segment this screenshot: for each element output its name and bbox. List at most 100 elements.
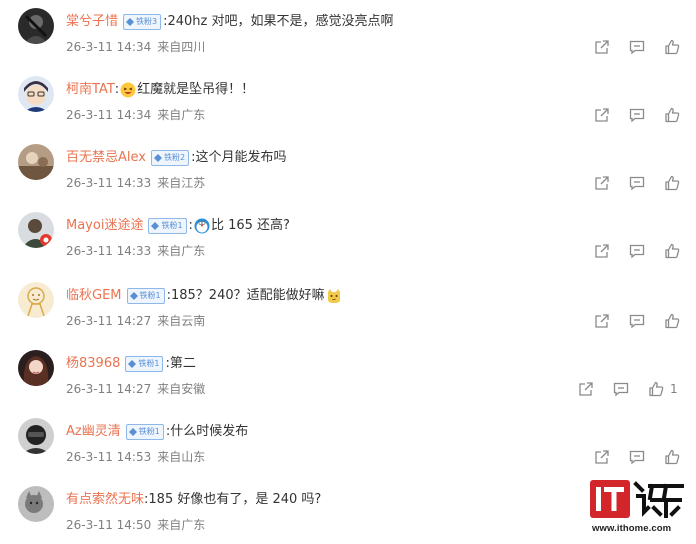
diamond-icon — [151, 222, 160, 230]
username[interactable]: 杨83968 — [66, 354, 120, 374]
avatar[interactable] — [18, 486, 54, 522]
avatar[interactable] — [18, 350, 54, 386]
share-button[interactable] — [593, 38, 611, 56]
comment-time: 26-3-11 14:33 — [66, 244, 152, 258]
comment-icon — [629, 40, 645, 55]
comment-button[interactable] — [628, 448, 646, 466]
share-icon — [595, 108, 609, 122]
diamond-icon — [128, 360, 137, 368]
comment-button[interactable] — [628, 106, 646, 124]
diamond-icon — [126, 18, 135, 26]
share-button[interactable] — [593, 174, 611, 192]
doraemon-emoji-icon — [194, 218, 210, 234]
avatar[interactable] — [18, 282, 54, 318]
like-button[interactable] — [663, 242, 681, 260]
comment-list: 棠兮子惜 铁粉3 :240hz 对吧，如果不是，感觉没亮点啊 26-3-11 1… — [0, 0, 696, 544]
like-icon — [649, 381, 664, 397]
ithome-logo-mark — [590, 480, 684, 518]
comment-icon — [629, 450, 645, 465]
like-button[interactable] — [663, 38, 681, 56]
diamond-icon — [129, 292, 138, 300]
comment-time: 26-3-11 14:53 — [66, 450, 152, 464]
comment-item: 临秋GEM 铁粉1 :185？240？适配能做好嘛 26-3-11 14:27 来… — [0, 274, 696, 340]
fan-badge[interactable]: 铁粉2 — [150, 150, 190, 166]
comment-item: Az幽灵清 铁粉1 :什么时候发布 26-3-11 14:53 来自山东 — [0, 410, 696, 476]
comment-button[interactable] — [628, 242, 646, 260]
username[interactable]: 柯南TAT — [66, 80, 115, 100]
like-icon — [665, 313, 680, 329]
badge-label: 铁粉1 — [161, 221, 183, 230]
comment-location: 来自广东 — [157, 108, 206, 122]
comment-icon — [629, 108, 645, 123]
share-button[interactable] — [593, 242, 611, 260]
share-icon — [595, 40, 609, 54]
like-button[interactable] — [663, 106, 681, 124]
username[interactable]: 临秋GEM — [66, 286, 122, 306]
cat-emoji-icon — [327, 289, 340, 303]
comment-icon — [629, 314, 645, 329]
comment-text-prefix: : — [114, 82, 120, 97]
comment-text: :185？240？适配能做好嘛 — [166, 288, 325, 303]
comment-text: 红魔就是坠吊得！！ — [137, 82, 255, 97]
comment-location: 来自云南 — [157, 314, 206, 328]
comment-location: 来自江苏 — [157, 176, 206, 190]
like-button[interactable] — [647, 380, 665, 398]
username[interactable]: Az幽灵清 — [66, 422, 121, 442]
comment-time: 26-3-11 14:27 — [66, 382, 152, 396]
avatar[interactable] — [18, 212, 54, 248]
comment-time: 26-3-11 14:34 — [66, 40, 152, 54]
share-icon — [595, 314, 609, 328]
avatar[interactable] — [18, 76, 54, 112]
username[interactable]: 有点索然无味 — [66, 490, 144, 510]
comment-button[interactable] — [628, 38, 646, 56]
avatar[interactable] — [18, 418, 54, 454]
ithome-url: www.ithome.com — [592, 523, 672, 534]
comment-time: 26-3-11 14:34 — [66, 108, 152, 122]
comment-time: 26-3-11 14:27 — [66, 314, 152, 328]
username[interactable]: 百无禁忌Alex — [66, 148, 146, 168]
share-icon — [595, 450, 609, 464]
comment-location: 来自广东 — [157, 518, 206, 532]
share-icon — [595, 244, 609, 258]
avatar[interactable] — [18, 144, 54, 180]
comment-item: 柯南TAT : 红魔就是坠吊得！！ 26-3-11 14:34 来自广东 — [0, 68, 696, 134]
comment-item: 百无禁忌Alex 铁粉2 :这个月能发布吗 26-3-11 14:33 来自江苏 — [0, 136, 696, 202]
comment-text: :什么时候发布 — [165, 424, 249, 439]
like-button[interactable] — [663, 174, 681, 192]
fan-badge[interactable]: 铁粉1 — [125, 424, 164, 440]
username[interactable]: 棠兮子惜 — [66, 12, 118, 32]
like-icon — [665, 175, 680, 191]
fan-badge[interactable]: 铁粉1 — [148, 218, 187, 234]
diamond-icon — [128, 428, 137, 436]
share-button[interactable] — [593, 106, 611, 124]
comment-button[interactable] — [628, 312, 646, 330]
avatar[interactable] — [18, 8, 54, 44]
fan-badge[interactable]: 铁粉3 — [123, 14, 162, 30]
comment-text: 比 165 还高? — [210, 218, 290, 233]
fan-badge[interactable]: 铁粉1 — [126, 288, 165, 304]
laughing-emoji-icon — [120, 82, 136, 98]
badge-label: 铁粉1 — [138, 359, 160, 368]
badge-label: 铁粉1 — [139, 291, 161, 300]
fan-badge[interactable]: 铁粉1 — [125, 356, 164, 372]
comment-time: 26-3-11 14:33 — [66, 176, 152, 190]
comment-location: 来自山东 — [157, 450, 206, 464]
comment-button[interactable] — [628, 174, 646, 192]
username[interactable]: Mayoi迷途途 — [66, 216, 143, 236]
like-count: 1 — [670, 382, 678, 396]
like-button[interactable] — [663, 448, 681, 466]
like-icon — [665, 107, 680, 123]
share-button[interactable] — [593, 312, 611, 330]
like-icon — [665, 449, 680, 465]
comment-item: 棠兮子惜 铁粉3 :240hz 对吧，如果不是，感觉没亮点啊 26-3-11 1… — [0, 0, 696, 66]
comment-item: 杨83968 铁粉1 :第二 26-3-11 14:27 来自安徽 1 — [0, 342, 696, 408]
like-button[interactable] — [663, 312, 681, 330]
share-button[interactable] — [577, 380, 595, 398]
share-button[interactable] — [593, 448, 611, 466]
comment-location: 来自安徽 — [157, 382, 206, 396]
comment-text: :这个月能发布吗 — [191, 150, 287, 165]
like-icon — [665, 39, 680, 55]
badge-label: 铁粉1 — [138, 427, 160, 436]
comment-button[interactable] — [612, 380, 630, 398]
comment-icon — [629, 244, 645, 259]
